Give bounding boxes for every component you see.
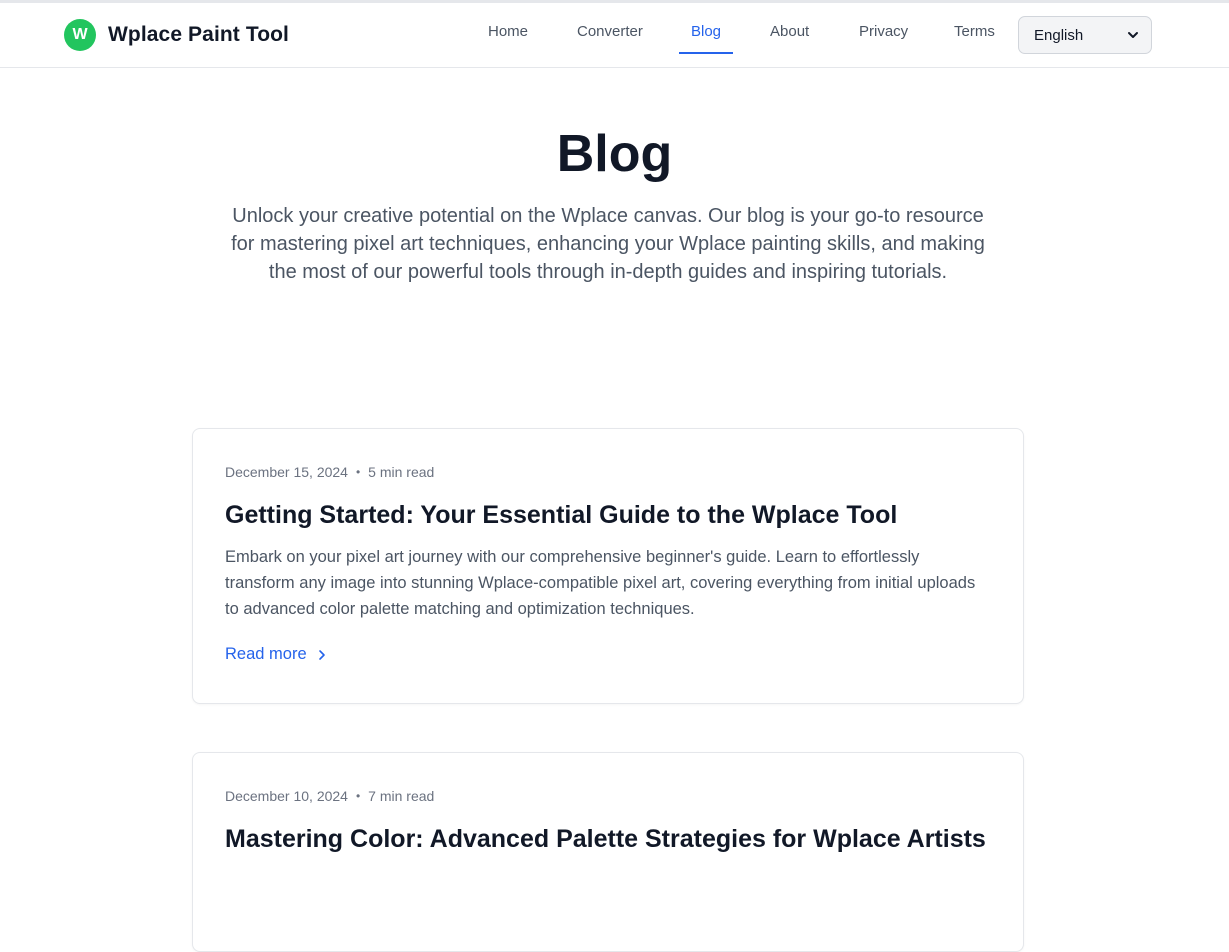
nav-home[interactable]: Home [488,23,528,54]
post-date: December 15, 2024 [225,464,348,480]
nav-blog[interactable]: Blog [678,23,734,54]
language-select-value: English [1034,26,1084,44]
post-date: December 10, 2024 [225,788,348,804]
post-title-link[interactable]: Mastering Color: Advanced Palette Strate… [225,823,991,855]
nav-about[interactable]: About [770,23,809,54]
nav-privacy[interactable]: Privacy [859,23,908,54]
read-more-link[interactable]: Read more [225,645,327,664]
nav-converter[interactable]: Converter [577,23,643,54]
post-meta: December 15, 2024 • 5 min read [225,462,991,482]
logo-badge: W [64,18,96,51]
nav-terms[interactable]: Terms [954,23,995,54]
blog-post-card: December 10, 2024 • 7 min read Mastering… [192,752,1024,952]
page-title: Blog [556,125,673,183]
chevron-right-icon [318,649,325,660]
post-meta: December 10, 2024 • 7 min read [225,786,991,806]
meta-separator: • [355,465,361,479]
post-excerpt: Embark on your pixel art journey with ou… [225,548,976,618]
chevron-down-icon [1128,32,1138,38]
page-subtitle: Unlock your creative potential on the Wp… [231,205,985,283]
post-read-time: 7 min read [368,788,435,804]
site-header: W Wplace Paint Tool Home Converter Blog … [0,3,1229,68]
blog-post-card: December 15, 2024 • 5 min read Getting S… [192,428,1024,704]
meta-separator: • [355,789,361,803]
post-title-link[interactable]: Getting Started: Your Essential Guide to… [225,499,991,531]
brand-name: Wplace Paint Tool [108,22,289,46]
language-select[interactable]: English [1018,16,1152,54]
read-more-label: Read more [225,645,307,663]
logo-link[interactable]: W Wplace Paint Tool [64,18,289,51]
post-read-time: 5 min read [368,464,435,480]
